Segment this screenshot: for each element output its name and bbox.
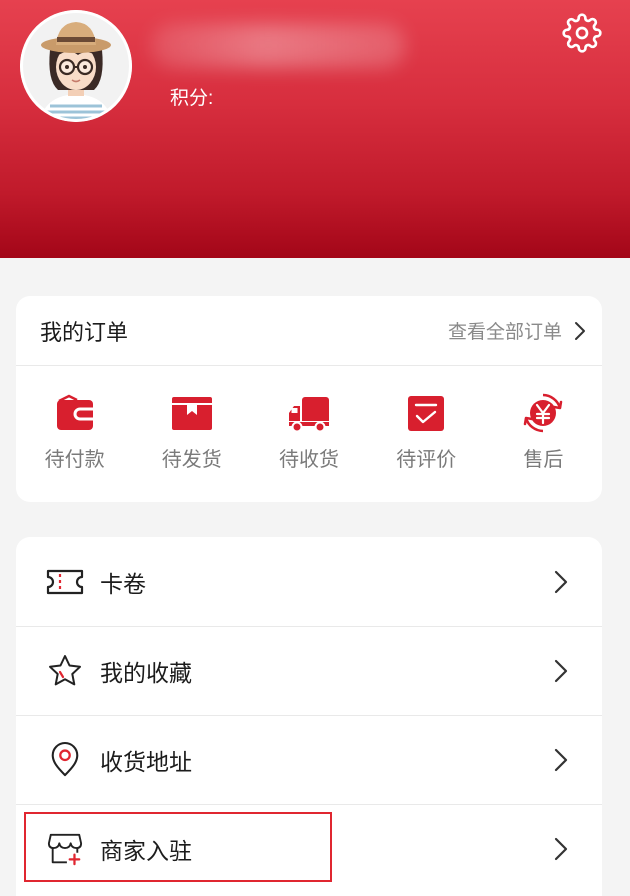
menu-item-favorites[interactable]: 我的收藏 [16, 626, 602, 715]
orders-title: 我的订单 [40, 319, 129, 345]
order-status-to-receive[interactable]: 待收货 [250, 366, 367, 501]
refund-icon [524, 393, 563, 433]
profile-header: 积分: [0, 0, 630, 258]
points-label: 积分: [170, 88, 214, 109]
chevron-right-icon [554, 659, 568, 683]
order-status-after-sales[interactable]: 售后 [485, 366, 602, 501]
menu-item-coupons[interactable]: 卡卷 [16, 537, 602, 626]
package-icon [171, 397, 212, 430]
order-status-to-review[interactable]: 待评价 [368, 366, 485, 501]
orders-header: 我的订单 查看全部订单 [16, 296, 602, 366]
menu-item-label: 商家入驻 [100, 838, 192, 864]
menu-item-shipping-address[interactable]: 收货地址 [16, 715, 602, 804]
order-status-to-ship[interactable]: 待发货 [133, 366, 250, 501]
store-icon [47, 833, 83, 866]
truck-icon [289, 397, 329, 433]
menu-icon-wrap [45, 740, 85, 780]
ticket-icon [46, 569, 84, 594]
orders-card: 我的订单 查看全部订单 待付款 待发货 待收货 待评价 售后 [16, 296, 602, 502]
chevron-right-icon [575, 321, 585, 340]
review-icon [408, 396, 445, 431]
menu-icon-wrap [45, 829, 85, 869]
order-status-label: 待评价 [396, 449, 457, 471]
chevron-right-icon [554, 570, 568, 593]
wallet-icon [56, 394, 93, 430]
profile-page: 积分: 我的订单 查看全部订单 待付款 待发货 待收货 待评价 售后 卡卷 我的… [0, 0, 630, 896]
menu-icon-wrap [45, 562, 85, 602]
view-all-orders-label: 查看全部订单 [447, 322, 562, 343]
menu-icon-wrap [45, 651, 85, 691]
order-status-label: 售后 [523, 449, 564, 471]
order-status-pending-payment[interactable]: 待付款 [16, 366, 133, 501]
order-status-label: 待收货 [279, 449, 339, 471]
star-icon [49, 655, 81, 686]
menu-item-merchant-join[interactable]: 商家入驻 [16, 804, 602, 893]
gear-icon [562, 13, 602, 53]
order-status-label: 待发货 [161, 449, 222, 471]
view-all-orders-link[interactable]: 查看全部订单 [448, 317, 586, 344]
order-status-label: 待付款 [44, 449, 105, 471]
cartoon-avatar-icon [20, 10, 132, 122]
menu-item-label: 卡卷 [100, 570, 146, 597]
location-pin-icon [51, 741, 79, 777]
settings-button[interactable] [561, 12, 603, 54]
avatar[interactable] [20, 10, 132, 122]
menu-item-label: 收货地址 [100, 749, 192, 775]
chevron-right-icon [554, 748, 568, 772]
chevron-right-icon [554, 837, 568, 861]
username-blurred [150, 24, 406, 68]
order-status-row: 待付款 待发货 待收货 待评价 售后 [16, 366, 602, 501]
menu-card: 卡卷 我的收藏 收货地址 商家入驻 [16, 537, 602, 896]
menu-item-label: 我的收藏 [100, 660, 192, 686]
